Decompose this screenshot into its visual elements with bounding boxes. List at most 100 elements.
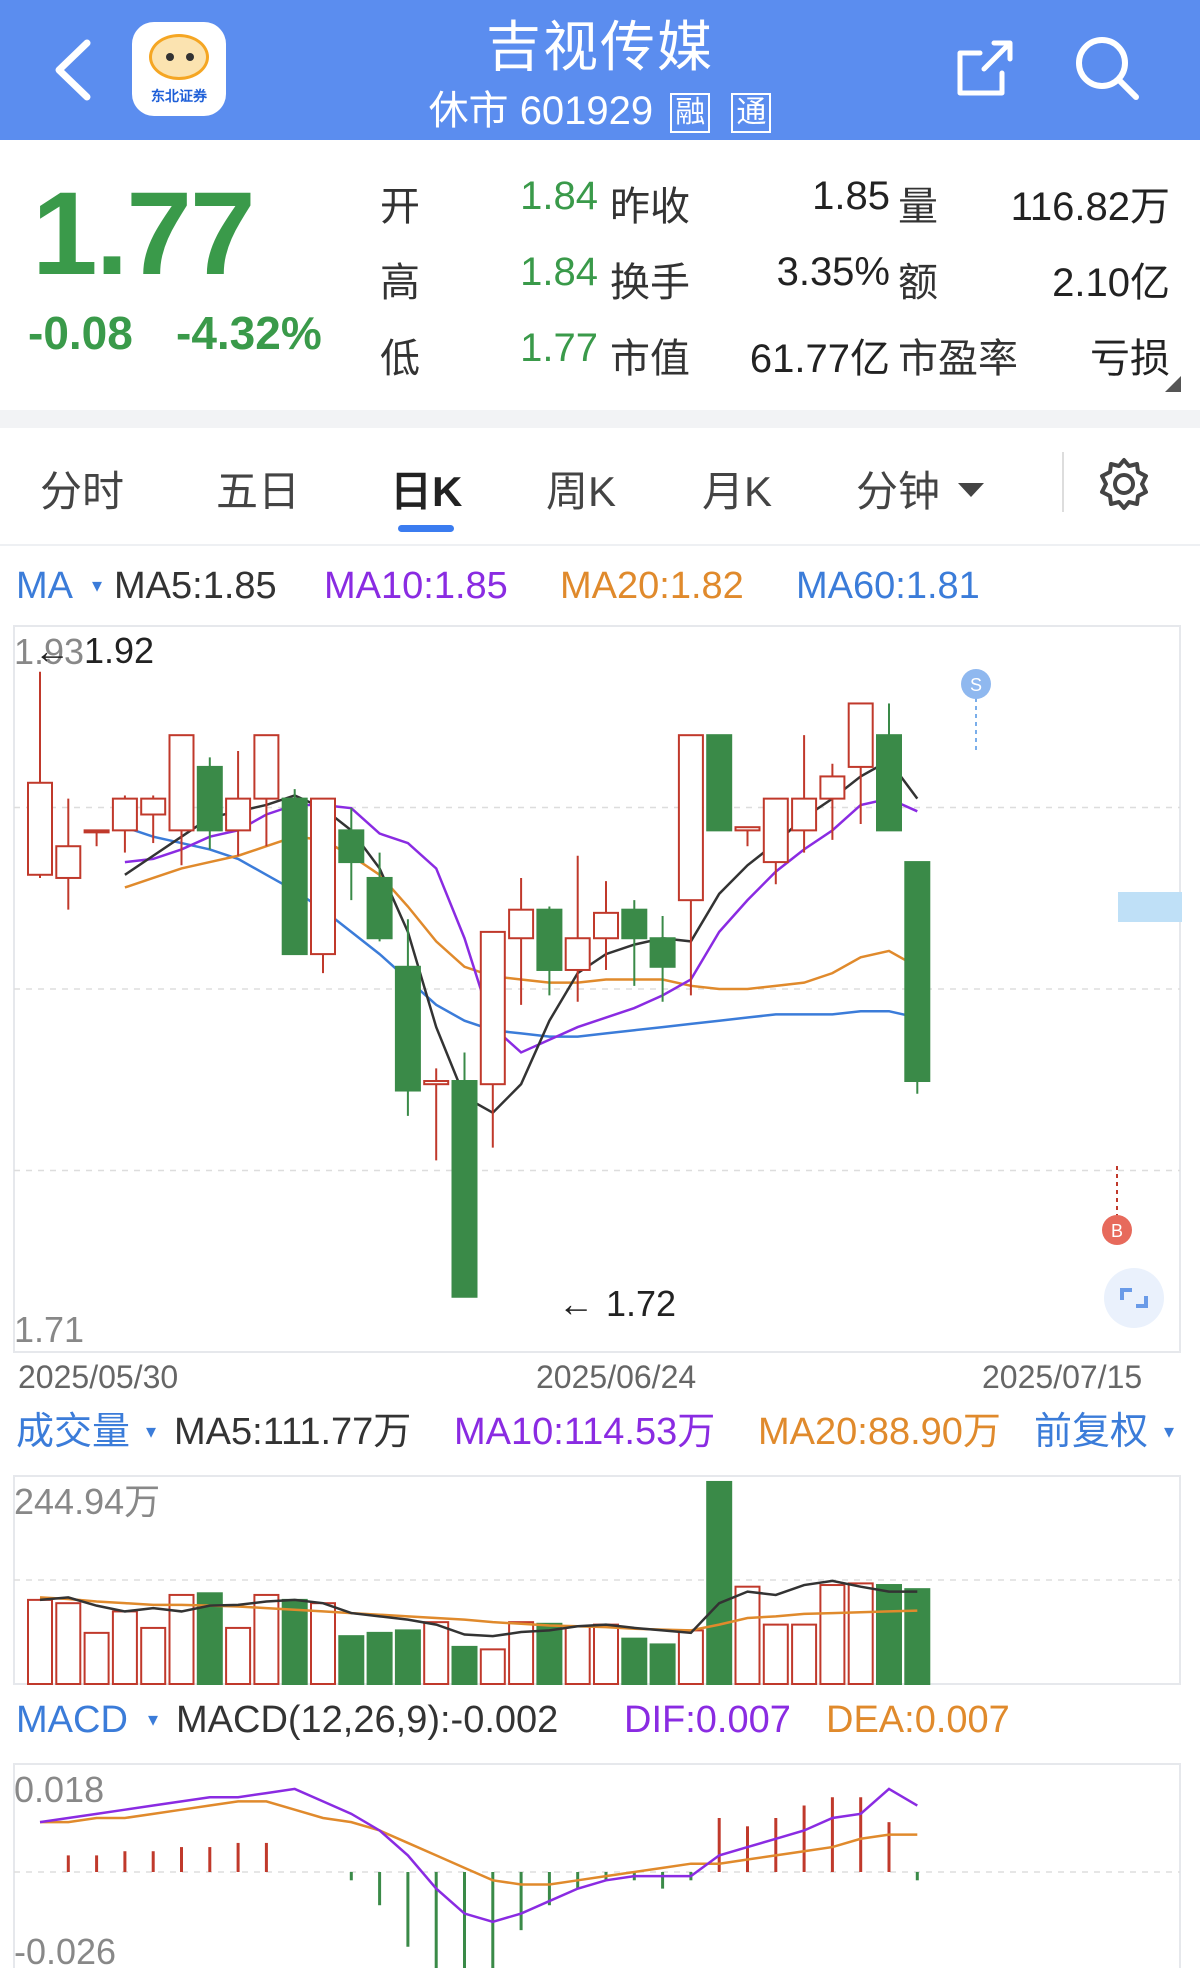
low-arrow-icon: ← xyxy=(558,1283,594,1324)
volume-bar xyxy=(819,1584,846,1685)
macd-dropdown-icon[interactable]: ▾ xyxy=(148,1709,158,1731)
candle-body xyxy=(706,734,733,832)
volume-bar xyxy=(734,1585,761,1686)
macd-dif-line xyxy=(39,1787,918,1924)
ma10-legend: MA10:1.85 xyxy=(324,565,508,607)
candle-body xyxy=(196,765,223,832)
dif-legend: DIF:0.007 xyxy=(624,1699,791,1741)
volume-legend-label[interactable]: 成交量 xyxy=(16,1411,130,1453)
volume-bar xyxy=(593,1623,619,1685)
adjust-selector[interactable]: 前复权 xyxy=(1034,1411,1148,1453)
price-change-percent: -4.32% xyxy=(176,307,322,359)
tab-minute-label: 分钟 xyxy=(856,468,941,515)
candle-body xyxy=(366,876,393,940)
tab-divider xyxy=(1062,452,1064,512)
low-value: 1.77 xyxy=(520,326,598,370)
vol-ma5-legend: MA5:111.77万 xyxy=(174,1411,411,1453)
x-label-mid: 2025/06/24 xyxy=(536,1359,696,1395)
active-tab-indicator xyxy=(398,525,454,532)
current-price-tag xyxy=(1118,892,1182,922)
open-label: 开 xyxy=(380,185,420,229)
expand-corner-icon[interactable] xyxy=(1165,376,1181,392)
volume-value: 116.82万 xyxy=(1010,185,1170,229)
tab-minute[interactable]: 分钟 xyxy=(856,458,986,519)
candle-body xyxy=(55,845,82,879)
last-price: 1.77 xyxy=(32,168,256,300)
tab-five-day[interactable]: 五日 xyxy=(216,458,300,519)
volume-bar xyxy=(281,1598,308,1686)
macd-legend-label[interactable]: MACD xyxy=(16,1699,128,1741)
candle-body xyxy=(168,734,195,832)
kline-grid xyxy=(14,806,1180,1172)
volume-bar xyxy=(536,1622,563,1685)
prev-close-value: 1.85 xyxy=(812,174,890,218)
search-icon[interactable] xyxy=(1072,33,1144,105)
gear-icon[interactable] xyxy=(1096,456,1152,512)
volume-bar xyxy=(847,1582,874,1685)
volume-bar xyxy=(479,1648,506,1685)
ma5-legend: MA5:1.85 xyxy=(114,565,277,607)
candle-body xyxy=(621,908,648,940)
volume-bar xyxy=(451,1645,478,1686)
tab-monthly-k[interactable]: 月K xyxy=(702,458,772,519)
candle-body xyxy=(310,797,336,956)
top-nav-bar: 东北证券 吉视传媒 休市 601929 融 通 xyxy=(0,0,1200,140)
high-value: 1.84 xyxy=(520,250,598,294)
fullscreen-icon[interactable] xyxy=(1104,1268,1164,1328)
volume-bar xyxy=(55,1602,82,1685)
candle-body xyxy=(536,908,563,971)
volume-legend-dropdown-icon[interactable]: ▾ xyxy=(146,1421,156,1443)
share-icon[interactable] xyxy=(950,35,1020,105)
candle-body xyxy=(649,937,676,968)
section-divider xyxy=(0,410,1200,428)
high-arrow-icon: ← xyxy=(34,630,70,671)
amount-value: 2.10亿 xyxy=(1052,261,1170,305)
macd-frame xyxy=(13,1763,1181,1968)
dea-legend: DEA:0.007 xyxy=(826,1699,1010,1741)
low-label: 低 xyxy=(380,337,420,381)
y-min-label: 1.71 xyxy=(14,1309,84,1350)
candle-body xyxy=(593,911,619,940)
candle-body xyxy=(847,702,874,768)
chart-area[interactable]: MA ▾ MA5:1.85 MA10:1.85 MA20:1.82 MA60:1… xyxy=(0,546,1200,1968)
volume-bar xyxy=(649,1643,676,1685)
tab-intraday[interactable]: 分时 xyxy=(40,458,124,519)
prev-close-label: 昨收 xyxy=(610,185,690,229)
quote-panel: 1.77 -0.08 -4.32% 开 1.84 昨收 1.85 量 116.8… xyxy=(0,140,1200,410)
volume-bar xyxy=(564,1625,591,1686)
volume-max-label: 244.94万 xyxy=(14,1481,160,1522)
tab-weekly-k[interactable]: 周K xyxy=(546,458,616,519)
volume-bar xyxy=(762,1623,789,1685)
volume-label: 量 xyxy=(898,185,938,229)
market-cap-label: 市值 xyxy=(610,337,690,381)
candle-body xyxy=(451,1080,478,1298)
period-tabs: 分时 五日 日K 周K 月K 分钟 xyxy=(0,428,1200,546)
high-label: 高 xyxy=(380,261,420,305)
ma-legend-label[interactable]: MA xyxy=(16,565,74,607)
connect-tag: 通 xyxy=(731,93,772,133)
candle-body xyxy=(394,965,421,1092)
volume-bar xyxy=(225,1626,252,1686)
volume-bar xyxy=(706,1480,733,1685)
volume-bar xyxy=(876,1584,902,1685)
volume-bar xyxy=(904,1588,931,1685)
pe-label: 市盈率 xyxy=(898,337,1018,381)
market-status: 休市 xyxy=(428,89,509,133)
dropdown-arrow-icon xyxy=(957,483,984,497)
ma60-legend: MA60:1.81 xyxy=(796,565,980,607)
volume-bar xyxy=(394,1629,421,1685)
ma-legend-dropdown-icon[interactable]: ▾ xyxy=(92,575,102,597)
price-change: -0.08 xyxy=(28,307,133,359)
tab-daily-k[interactable]: 日K xyxy=(390,458,462,519)
margin-tag: 融 xyxy=(670,93,711,133)
vol-ma20-legend: MA20:88.90万 xyxy=(758,1411,1001,1453)
volume-bar xyxy=(140,1626,167,1686)
adjust-dropdown-icon[interactable]: ▾ xyxy=(1164,1421,1174,1443)
macd-histogram xyxy=(66,1797,919,1968)
market-cap-value: 61.77亿 xyxy=(749,337,890,381)
candle-body xyxy=(819,775,846,800)
volume-bar xyxy=(168,1593,195,1686)
x-label-end: 2025/07/15 xyxy=(982,1359,1142,1395)
turnover-value: 3.35% xyxy=(776,250,890,294)
candle-body xyxy=(140,797,167,816)
